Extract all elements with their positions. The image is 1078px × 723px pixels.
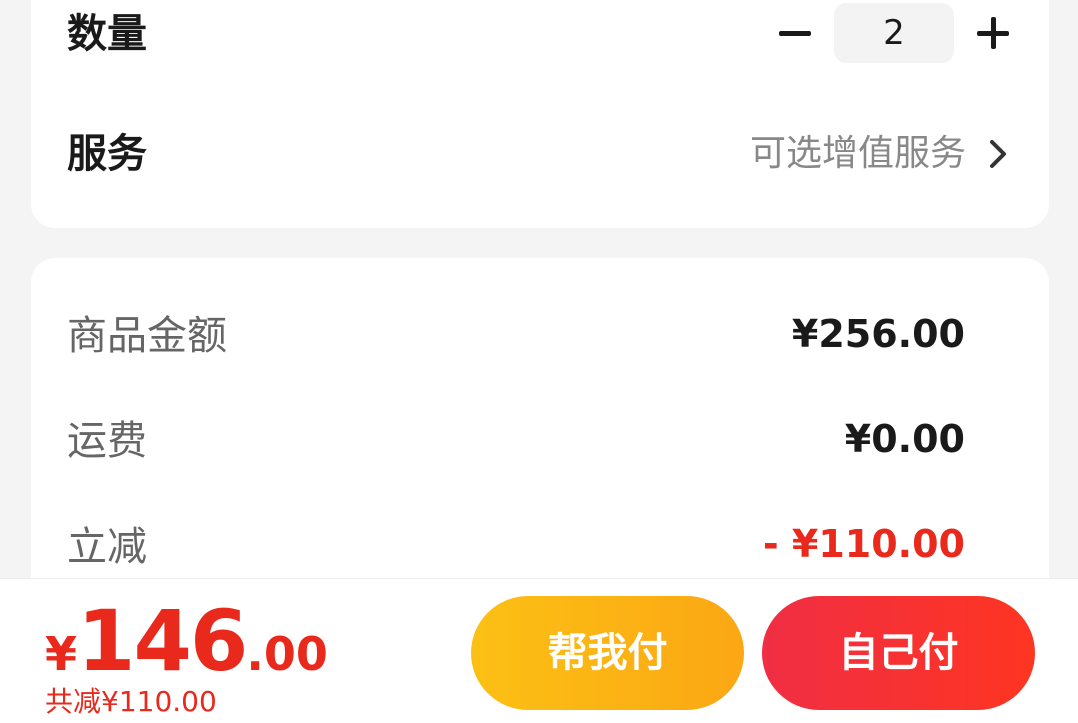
help-pay-button[interactable]: 帮我付 xyxy=(471,596,744,710)
chevron-right-icon xyxy=(990,140,1006,168)
quantity-label: 数量 xyxy=(67,11,147,57)
self-pay-button[interactable]: 自己付 xyxy=(762,596,1035,710)
total-currency: ¥ xyxy=(45,627,78,681)
quantity-decrement-button[interactable] xyxy=(774,12,816,54)
goods-amount-value: ¥256.00 xyxy=(791,312,965,356)
shipping-value: ¥0.00 xyxy=(844,417,965,461)
quantity-value[interactable]: 2 xyxy=(834,3,954,63)
service-selector[interactable]: 可选增值服务 xyxy=(700,128,1018,180)
total-decimal: .00 xyxy=(246,627,328,681)
discount-value: - ¥110.00 xyxy=(762,522,965,566)
shipping-label: 运费 xyxy=(67,418,147,464)
quantity-increment-button[interactable] xyxy=(972,12,1014,54)
quantity-stepper[interactable]: 2 xyxy=(834,3,954,63)
service-label: 服务 xyxy=(67,131,147,177)
discount-label: 立减 xyxy=(67,524,147,570)
service-value: 可选增值服务 xyxy=(749,133,966,174)
total-integer: 146 xyxy=(77,592,248,690)
total-price: ¥146.00 xyxy=(45,592,328,690)
goods-amount-label: 商品金额 xyxy=(67,313,227,359)
total-savings: 共减¥110.00 xyxy=(45,685,217,718)
